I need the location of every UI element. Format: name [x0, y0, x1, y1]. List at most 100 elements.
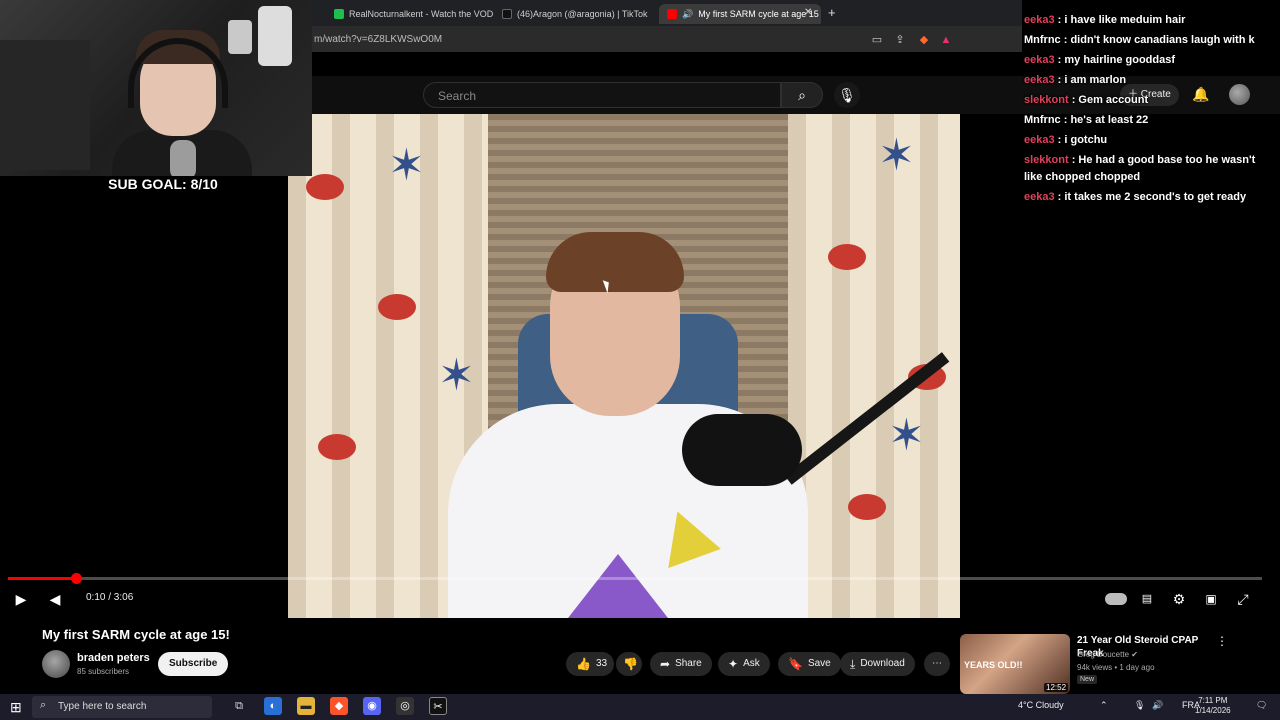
search-input[interactable]: Search	[423, 82, 781, 108]
progress-fill	[8, 577, 76, 580]
crab-pattern	[318, 434, 356, 460]
chat-username[interactable]: eeka3	[1024, 191, 1055, 203]
search-button[interactable]: ⌕	[781, 82, 823, 108]
video-frame[interactable]: ✶ ✶ ✶ ✶	[288, 114, 960, 618]
download-label: Download	[860, 658, 905, 669]
capcut-icon[interactable]: ✂	[429, 697, 447, 715]
chat-separator: :	[1060, 114, 1071, 126]
ask-label: Ask	[743, 658, 760, 669]
chat-message: slekkont : Gem account	[1024, 92, 1270, 109]
recommended-channel[interactable]: Greg Doucette ✔	[1077, 650, 1138, 659]
voice-search-button[interactable]: 🎙	[834, 82, 860, 108]
save-button[interactable]: 🔖 Save	[778, 652, 841, 676]
more-horizontal-icon: ⋯	[932, 658, 942, 669]
subtitles-icon[interactable]: ▤	[1138, 590, 1156, 608]
brave-browser-icon[interactable]: ◆	[330, 697, 348, 715]
channel-name[interactable]: braden peters	[77, 652, 150, 664]
chat-username[interactable]: eeka3	[1024, 134, 1055, 146]
chat-separator: :	[1054, 191, 1065, 203]
notifications-icon[interactable]: 🗨	[1256, 700, 1267, 711]
subscribe-button[interactable]: Subscribe	[158, 652, 229, 676]
ask-button[interactable]: ✦ Ask	[718, 652, 770, 676]
like-count: 33	[595, 658, 608, 669]
chat-username[interactable]: slekkont	[1024, 154, 1069, 166]
sparkle-icon: ✦	[728, 657, 739, 671]
crab-pattern	[848, 494, 886, 520]
chat-separator: :	[1068, 94, 1079, 106]
chat-username[interactable]: slekkont	[1024, 94, 1069, 106]
new-badge: New	[1077, 675, 1098, 684]
chat-separator: :	[1054, 134, 1065, 146]
download-icon: ⤓	[850, 657, 856, 671]
new-tab-icon[interactable]: +	[828, 5, 836, 20]
discord-icon[interactable]: ◉	[363, 697, 381, 715]
like-button[interactable]: 👍 33	[566, 652, 614, 676]
crab-pattern	[828, 244, 866, 270]
chat-message: eeka3 : my hairline gooddasf	[1024, 52, 1270, 69]
chat-message: eeka3 : i have like meduim hair	[1024, 12, 1270, 29]
weather-widget[interactable]: 4°C Cloudy	[1018, 700, 1064, 710]
fullscreen-icon[interactable]: ⤢	[1234, 590, 1252, 608]
chat-text: Gem account	[1078, 94, 1149, 106]
chat-text: it takes me 2 second's to get ready	[1064, 191, 1247, 203]
tray-chevron-icon[interactable]: ⌃	[1100, 700, 1108, 711]
play-icon[interactable]: ▶	[12, 590, 30, 608]
url-field[interactable]: m/watch?v=6Z8LKWSwO0M	[314, 34, 442, 45]
system-clock[interactable]: 7:11 PM 1/14/2026	[1195, 696, 1231, 716]
file-explorer-icon[interactable]: ▬	[297, 697, 315, 715]
browser-tab-active[interactable]: 🔊 My first SARM cycle at age 15	[659, 4, 821, 24]
browser-tab[interactable]: (46)Aragon (@aragonia) | TikTok	[494, 4, 654, 24]
share-page-icon[interactable]: ⇪	[893, 33, 907, 47]
thumbnail-text: YEARS OLD!!	[964, 660, 1023, 670]
share-button[interactable]: ➦ Share	[650, 652, 712, 676]
recommended-channel-name: Greg Doucette	[1077, 650, 1130, 659]
time-display: 0:10 / 3:06	[86, 592, 134, 603]
clock-date: 1/14/2026	[1195, 706, 1231, 715]
chat-message: Mnfrnc : didn't know canadians laugh wit…	[1024, 32, 1270, 49]
settings-gear-icon[interactable]: ⚙	[1170, 590, 1188, 608]
save-label: Save	[807, 658, 831, 669]
starfish-pattern: ✶	[438, 351, 475, 400]
brave-shield-icon[interactable]: ◆	[917, 33, 931, 47]
taskbar-search-input[interactable]: Type here to search	[32, 696, 212, 718]
thumbs-down-icon: 👎	[623, 657, 638, 671]
clock-time: 7:11 PM	[1198, 696, 1228, 705]
obs-icon[interactable]: ◎	[396, 697, 414, 715]
speaker-icon[interactable]: 🔊	[1152, 700, 1163, 711]
share-icon: ➦	[660, 657, 671, 671]
tab-label: My first SARM cycle at age 15	[698, 9, 819, 19]
speaker-icon: 🔊	[682, 8, 694, 19]
chat-username[interactable]: Mnfrnc	[1024, 34, 1061, 46]
chat-username[interactable]: eeka3	[1024, 54, 1055, 66]
chat-text: my hairline gooddasf	[1064, 54, 1176, 66]
autoplay-toggle[interactable]	[1105, 593, 1127, 605]
task-view-icon[interactable]: ⧉	[230, 697, 248, 715]
microphone-icon[interactable]: 🎙	[1134, 700, 1145, 711]
crab-pattern	[378, 294, 416, 320]
sub-goal-label: SUB GOAL: 8/10	[108, 176, 218, 192]
tab-label: (46)Aragon (@aragonia) | TikTok	[517, 9, 648, 19]
chat-separator: :	[1054, 74, 1065, 86]
windows-start-icon[interactable]: ⊞	[10, 699, 22, 716]
studio-microphone	[682, 414, 802, 486]
dislike-button[interactable]: 👎	[616, 652, 642, 676]
channel-avatar[interactable]	[42, 650, 70, 678]
video-duration: 12:52	[1044, 683, 1069, 692]
chat-username[interactable]: eeka3	[1024, 14, 1055, 26]
chat-message: slekkont : He had a good base too he was…	[1024, 152, 1270, 186]
chat-username[interactable]: eeka3	[1024, 74, 1055, 86]
close-tab-icon[interactable]: ✕	[804, 7, 812, 18]
more-actions-button[interactable]: ⋯	[924, 652, 950, 676]
brave-rewards-icon[interactable]: ▲	[939, 33, 953, 47]
download-button[interactable]: ⤓ Download	[840, 652, 915, 676]
volume-icon[interactable]: ◀	[46, 590, 64, 608]
browser-tab[interactable]: RealNocturnalkent - Watch the VOD	[326, 4, 506, 24]
kebab-menu-icon[interactable]: ⋮	[1216, 634, 1228, 648]
chat-username[interactable]: Mnfrnc	[1024, 114, 1061, 126]
progress-scrubber[interactable]	[70, 573, 82, 584]
miniplayer-icon[interactable]: ▣	[1202, 590, 1220, 608]
cast-icon[interactable]: ▭	[870, 33, 884, 47]
chat-separator: :	[1054, 14, 1065, 26]
copilot-icon[interactable]: ◐	[264, 697, 282, 715]
progress-bar[interactable]	[8, 577, 1262, 580]
